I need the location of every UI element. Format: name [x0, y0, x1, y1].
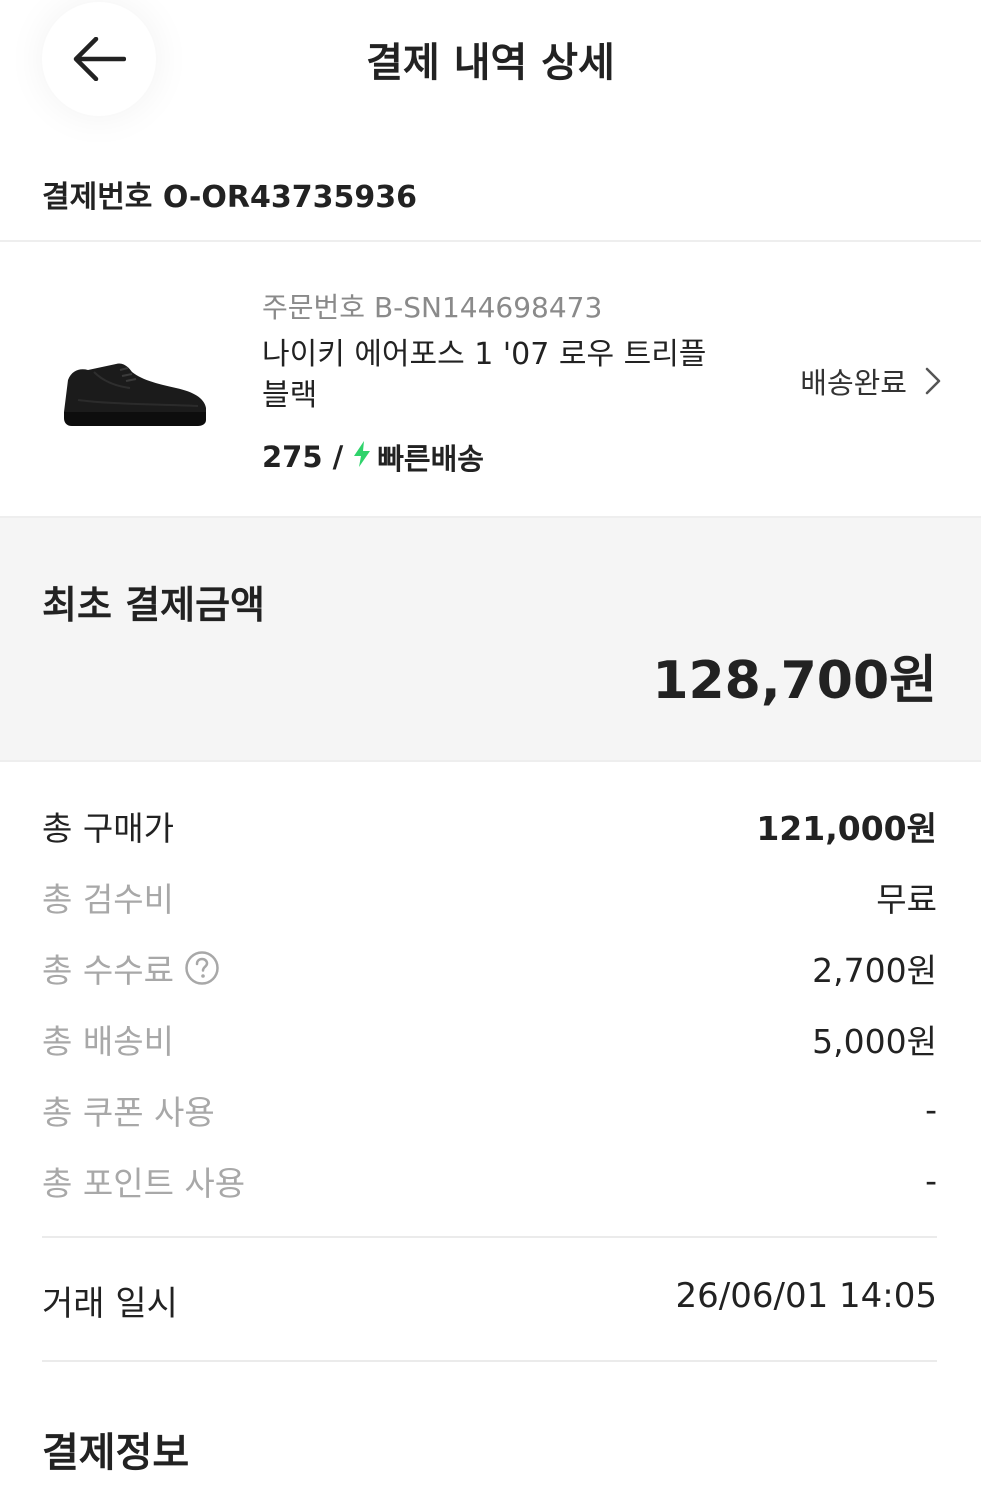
- breakdown-label: 총 검수비: [42, 879, 174, 919]
- breakdown-value: 무료: [876, 879, 937, 919]
- breakdown-value: -: [925, 1161, 937, 1200]
- delivery-type: 빠른배송: [377, 442, 484, 476]
- payment-info-title: 결제정보: [42, 1430, 190, 1476]
- trade-datetime-value: 26/06/01 14:05: [675, 1276, 938, 1316]
- breakdown-label-wrap: 총 수수료: [42, 944, 220, 992]
- delivery-status: 배송완료: [800, 366, 907, 400]
- breakdown-value: 5,000원: [812, 1021, 937, 1061]
- breakdown-row-purchase: 총 구매가 121,000원: [42, 790, 937, 861]
- trade-datetime-row: 거래 일시 26/06/01 14:05: [42, 1276, 937, 1325]
- divider: [42, 1360, 937, 1362]
- sneaker-image: [64, 363, 206, 426]
- chevron-right-icon: [925, 367, 941, 395]
- breakdown-label: 총 구매가: [42, 808, 174, 848]
- page-title: 결제 내역 상세: [366, 40, 615, 86]
- question-circle-icon[interactable]: [184, 950, 220, 986]
- product-name: 나이키 에어포스 1 '07 로우 트리플 블랙: [262, 337, 707, 413]
- breakdown-value: -: [925, 1090, 937, 1129]
- breakdown-label: 총 포인트 사용: [42, 1163, 246, 1203]
- product-image: [58, 340, 210, 434]
- price-breakdown: 총 구매가 121,000원 총 검수비 무료 총 수수료 2,700원 총 배…: [42, 790, 937, 1216]
- size-text: 275 /: [262, 440, 344, 474]
- breakdown-row-coupon: 총 쿠폰 사용 -: [42, 1074, 937, 1145]
- breakdown-row-fee: 총 수수료 2,700원: [42, 932, 937, 1003]
- breakdown-row-shipping: 총 배송비 5,000원: [42, 1003, 937, 1074]
- delivery-status-link[interactable]: 배송완료: [800, 360, 941, 402]
- trade-datetime-label: 거래 일시: [42, 1284, 178, 1324]
- breakdown-row-inspection: 총 검수비 무료: [42, 861, 937, 932]
- breakdown-label: 총 배송비: [42, 1021, 174, 1061]
- breakdown-value: 2,700원: [812, 950, 937, 990]
- total-payment-label: 최초 결제금액: [42, 583, 265, 627]
- order-number: 주문번호 B-SN144698473: [262, 291, 603, 324]
- product-option: 275 / 빠른배송: [262, 436, 484, 478]
- total-payment-section: 최초 결제금액 128,700원: [0, 516, 981, 762]
- breakdown-label: 총 수수료: [42, 950, 174, 990]
- breakdown-label: 총 쿠폰 사용: [42, 1092, 215, 1132]
- divider: [42, 1236, 937, 1238]
- lightning-icon: [353, 440, 371, 474]
- breakdown-row-points: 총 포인트 사용 -: [42, 1145, 937, 1216]
- payment-number: 결제번호 O-OR43735936: [42, 180, 417, 215]
- total-payment-amount: 128,700원: [652, 651, 937, 711]
- header: 결제 내역 상세: [0, 0, 981, 150]
- breakdown-value: 121,000원: [756, 808, 937, 848]
